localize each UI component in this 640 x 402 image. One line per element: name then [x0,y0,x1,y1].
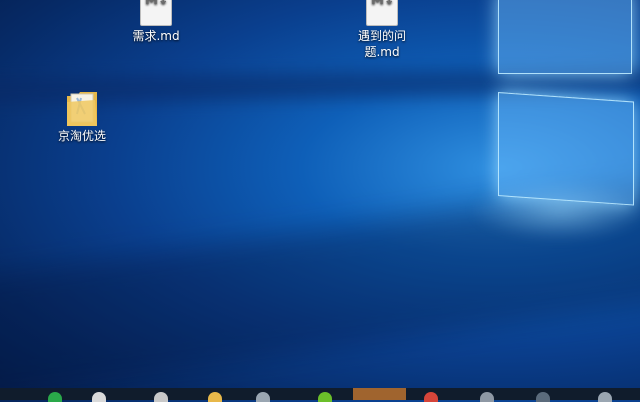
app-icon [480,392,494,402]
windows-logo-pane-top [498,0,632,74]
markdown-file-icon: M↓ [366,0,398,26]
red-app-icon [424,392,438,402]
taskbar-green-circle-app[interactable] [310,388,340,402]
taskbar-app[interactable] [590,388,620,402]
green-app-icon [48,392,62,402]
taskbar-window-app[interactable] [146,388,176,402]
desktop-icon-label: 需求.md [132,29,180,43]
app-icon [598,392,612,402]
taskbar-app[interactable] [528,388,558,402]
taskbar-red-app[interactable] [416,388,446,402]
folder-icon [65,88,99,126]
taskbar-app[interactable] [472,388,502,402]
app-icon [256,392,270,402]
windows-logo-graphic [496,0,640,230]
desktop-icon-problems-md[interactable]: M↓ 遇到的问题.md [344,0,420,60]
file-explorer-icon [92,392,106,402]
taskbar-app[interactable] [248,388,278,402]
desktop-wallpaper [0,0,640,400]
green-circle-app-icon [318,392,332,402]
desktop-icon-jingtao-folder[interactable]: 京淘优选 [44,88,120,144]
desktop-icon-requirements-md[interactable]: M↓ 需求.md [118,0,194,44]
taskbar-app-green[interactable] [40,388,70,402]
window-app-icon [154,392,168,402]
taskbar-file-explorer[interactable] [84,388,114,402]
desktop-icon-label: 遇到的问题.md [357,29,406,59]
app-icon [536,392,550,402]
taskbar-active-app[interactable] [353,388,406,400]
markdown-file-icon: M↓ [140,0,172,26]
taskbar-folder[interactable] [200,388,230,402]
desktop-icon-label: 京淘优选 [57,129,106,143]
folder-icon [208,392,222,402]
taskbar [0,388,640,402]
windows-logo-pane-bottom [498,92,634,206]
